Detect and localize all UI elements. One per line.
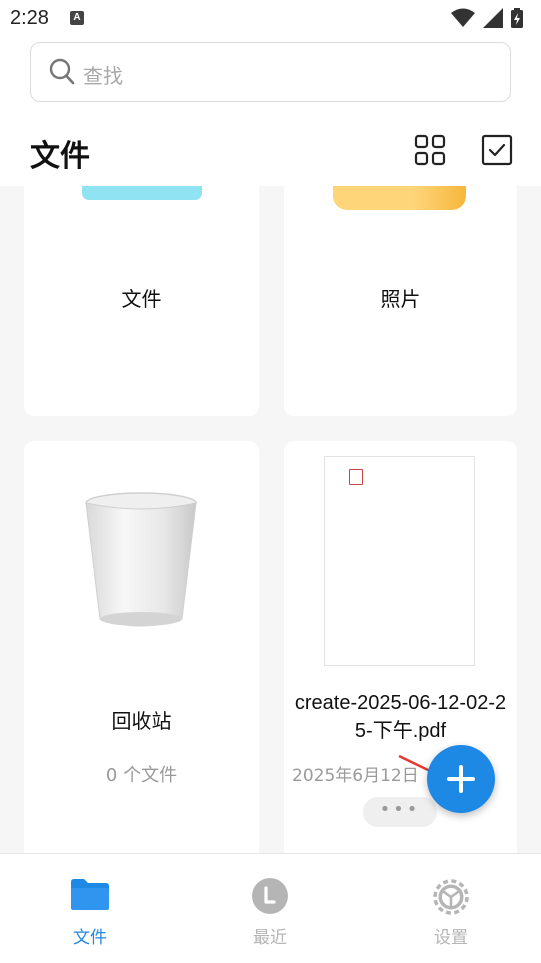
nav-tab-settings[interactable]: 设置 xyxy=(361,854,541,963)
gear-icon xyxy=(433,879,469,915)
card-label: 文件 xyxy=(121,287,162,311)
folder-cyan-icon xyxy=(82,186,202,200)
status-bar: 2:28 A xyxy=(0,0,541,36)
folder-card-files[interactable]: 文件 xyxy=(24,186,259,416)
checkbox-icon xyxy=(481,134,513,166)
wifi-icon xyxy=(451,8,475,27)
search-input[interactable]: 查找 xyxy=(30,42,511,102)
status-time: 2:28 xyxy=(10,7,49,29)
folder-card-photos[interactable]: 照片 xyxy=(284,186,517,416)
grid-icon xyxy=(414,134,446,166)
select-mode-button[interactable] xyxy=(481,134,513,166)
search-icon xyxy=(49,58,75,85)
grid-view-button[interactable] xyxy=(414,134,446,166)
file-count: 0 个文件 xyxy=(105,765,178,786)
battery-icon xyxy=(511,8,523,28)
page-title: 文件 xyxy=(30,139,90,174)
search-placeholder: 查找 xyxy=(83,64,123,88)
file-name: create-2025-06-12-02-25-下午.pdf xyxy=(294,692,507,742)
pdf-thumbnail xyxy=(324,456,475,666)
nav-label-recent: 最近 xyxy=(253,928,287,948)
status-icons xyxy=(451,8,531,28)
nav-label-settings: 设置 xyxy=(434,928,468,948)
nav-tab-files[interactable]: 文件 xyxy=(0,854,180,963)
bottom-nav: 文件 最近 设置 xyxy=(0,853,541,963)
nav-label-files: 文件 xyxy=(73,928,107,948)
card-label: 回收站 xyxy=(111,709,172,733)
pdf-mark-icon xyxy=(349,469,363,485)
signal-icon xyxy=(483,8,503,28)
folder-icon xyxy=(71,879,109,910)
add-button[interactable] xyxy=(427,745,495,813)
notification-badge-icon: A xyxy=(70,11,84,25)
more-options-button[interactable]: ••• xyxy=(363,797,437,827)
clock-icon xyxy=(252,878,288,914)
card-label: 照片 xyxy=(380,287,421,311)
plus-icon xyxy=(447,765,475,793)
folder-card-recycle-bin[interactable]: 回收站 0 个文件 xyxy=(24,441,259,853)
nav-tab-recent[interactable]: 最近 xyxy=(180,854,360,963)
folder-yellow-icon xyxy=(333,186,466,210)
trash-can-icon xyxy=(85,492,197,627)
